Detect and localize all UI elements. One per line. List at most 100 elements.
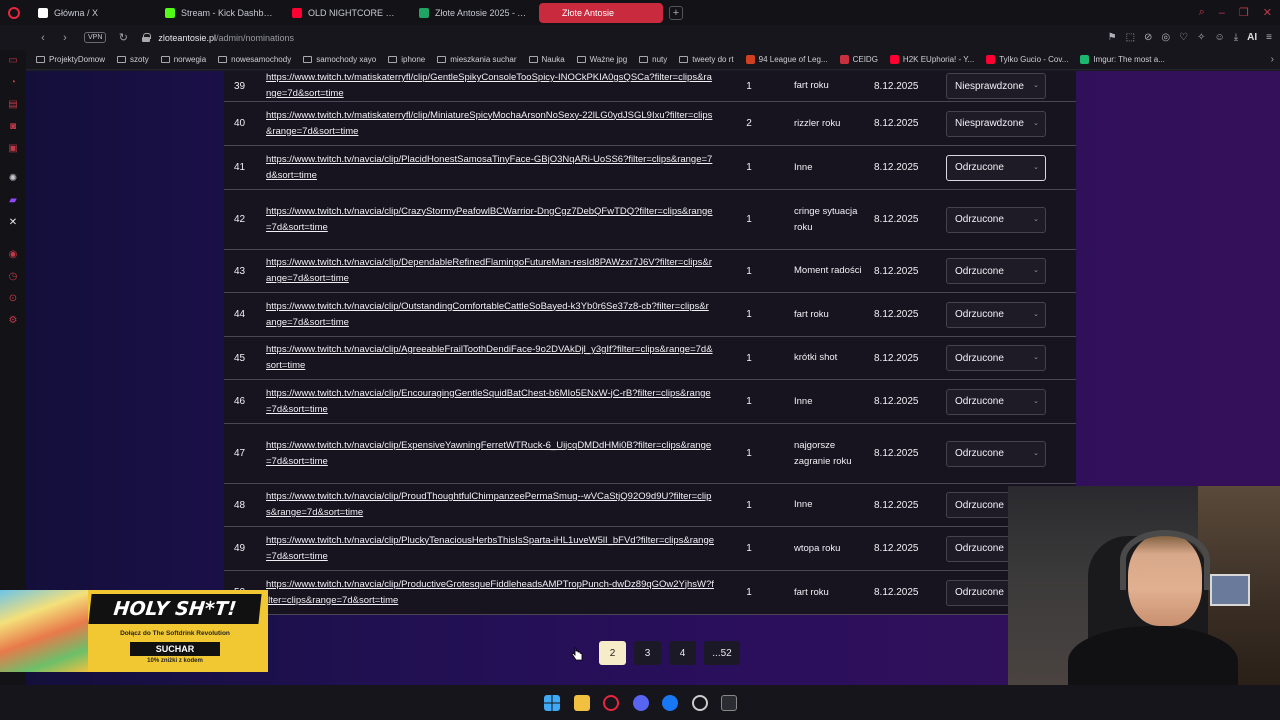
nomination-date: 8.12.2025 bbox=[874, 587, 919, 598]
bookmark-item[interactable]: tweety do rt bbox=[679, 55, 734, 64]
chevron-down-icon: ⌄ bbox=[1033, 163, 1039, 171]
settings-icon[interactable]: ⚙ bbox=[7, 314, 19, 326]
opera-taskbar-icon[interactable] bbox=[603, 695, 619, 711]
bookmark-item[interactable]: nuty bbox=[639, 55, 667, 64]
workspace-icon[interactable]: ⊙ bbox=[7, 292, 19, 304]
browser-tab[interactable]: Złote Antosie bbox=[539, 2, 663, 23]
bookmarks-more-icon[interactable]: › bbox=[1271, 54, 1274, 65]
extensions-icon[interactable]: ✧ bbox=[1197, 32, 1205, 43]
status-select[interactable]: Odrzucone ⌄ bbox=[946, 154, 1046, 181]
vpn-badge[interactable]: VPN bbox=[84, 32, 107, 43]
status-select[interactable]: Odrzucone ⌄ bbox=[946, 345, 1046, 371]
clip-link[interactable]: https://www.twitch.tv/navcia/clip/Expens… bbox=[266, 438, 714, 470]
screenshot-icon[interactable]: ⬚ bbox=[1126, 32, 1135, 43]
messenger-icon[interactable]: ▭ bbox=[7, 54, 19, 66]
chevron-down-icon: ⌄ bbox=[1033, 449, 1039, 457]
status-value: Odrzucone bbox=[955, 162, 1004, 173]
bookmark-item[interactable]: Imgur: The most a... bbox=[1080, 55, 1165, 64]
youtube-icon bbox=[292, 7, 302, 18]
download-icon[interactable]: ⤓ bbox=[1234, 32, 1238, 43]
tabs: Główna / X Stream - Kick Dashboard OLD NIG… bbox=[28, 2, 663, 23]
clip-link[interactable]: https://www.twitch.tv/matiskaterryfl/cli… bbox=[266, 71, 714, 102]
snapshot-icon[interactable]: ◎ bbox=[1161, 32, 1170, 43]
clock-icon[interactable]: ◷ bbox=[7, 270, 19, 282]
search-tabs-icon[interactable]: ⌕ bbox=[1199, 6, 1205, 19]
bookmark-item[interactable]: norwegia bbox=[160, 55, 206, 64]
clip-link[interactable]: https://www.twitch.tv/matiskaterryfl/cli… bbox=[266, 108, 714, 140]
vote-count: 1 bbox=[746, 162, 752, 173]
bookmark-item[interactable]: Ważne jpg bbox=[576, 55, 627, 64]
url-field[interactable]: zloteantosie.pl/admin/nominations bbox=[158, 33, 294, 43]
clip-link[interactable]: https://www.twitch.tv/navcia/clip/Agreea… bbox=[266, 342, 714, 374]
adblock-icon[interactable]: ⊘ bbox=[1144, 32, 1152, 43]
back-button[interactable]: ‹ bbox=[34, 32, 52, 44]
clip-link[interactable]: https://www.twitch.tv/navcia/clip/CrazyS… bbox=[266, 204, 714, 236]
browser-tab[interactable]: OLD NIGHTCORE MIX *20 bbox=[285, 3, 409, 23]
clip-link[interactable]: https://www.twitch.tv/navcia/clip/Encour… bbox=[266, 386, 714, 418]
instagram-icon[interactable]: ◙ bbox=[7, 120, 19, 132]
menu-icon[interactable]: ≡ bbox=[1266, 32, 1272, 43]
status-select[interactable]: Odrzucone ⌄ bbox=[946, 206, 1046, 233]
bookmark-item[interactable]: Tylko Gucio - Cov... bbox=[986, 55, 1068, 64]
page-button-3[interactable]: 3 bbox=[634, 641, 661, 665]
bookmark-item[interactable]: H2K EUphoria! - Y... bbox=[889, 55, 974, 64]
close-window-button[interactable]: ✕ bbox=[1263, 6, 1272, 19]
twitch-icon[interactable]: ▰ bbox=[7, 194, 19, 206]
clip-link[interactable]: https://www.twitch.tv/navcia/clip/Depend… bbox=[266, 255, 714, 287]
status-select[interactable]: Niesprawdzone ⌄ bbox=[946, 110, 1046, 137]
messenger-taskbar-icon[interactable] bbox=[662, 695, 678, 711]
clip-link[interactable]: https://www.twitch.tv/navcia/clip/Placid… bbox=[266, 152, 714, 184]
nomination-date: 8.12.2025 bbox=[874, 396, 919, 407]
ai-button[interactable]: AI bbox=[1247, 32, 1257, 43]
lock-icon[interactable] bbox=[142, 33, 152, 42]
speed-dial-icon[interactable]: ◔ bbox=[7, 76, 19, 88]
minimize-button[interactable]: – bbox=[1219, 7, 1225, 19]
browser-tab[interactable]: Złote Antosie 2025 - Arku bbox=[412, 3, 536, 23]
page-button-4[interactable]: 4 bbox=[669, 641, 696, 665]
bookmark-item[interactable]: CEIDG bbox=[839, 55, 878, 64]
clip-link[interactable]: https://www.twitch.tv/navcia/clip/Produc… bbox=[266, 577, 714, 609]
bookmark-icon[interactable]: ⚑ bbox=[1108, 32, 1117, 43]
status-select[interactable]: Odrzucone ⌄ bbox=[946, 440, 1046, 467]
status-select[interactable]: Odrzucone ⌄ bbox=[946, 258, 1046, 284]
browser-tab[interactable]: Główna / X bbox=[31, 3, 155, 23]
bookmark-item[interactable]: nowesamochody bbox=[218, 55, 291, 64]
new-tab-button[interactable]: + bbox=[669, 5, 683, 20]
status-select[interactable]: Odrzucone ⌄ bbox=[946, 301, 1046, 328]
discord-icon[interactable] bbox=[633, 695, 649, 711]
pinboard-icon[interactable]: ◉ bbox=[7, 248, 19, 260]
hand-cursor-icon bbox=[571, 647, 583, 661]
bookmark-item[interactable]: 94 League of Leg... bbox=[745, 55, 828, 64]
table-row: 45 https://www.twitch.tv/navcia/clip/Agre… bbox=[224, 337, 1076, 380]
clip-link[interactable]: https://www.twitch.tv/navcia/clip/ProudT… bbox=[266, 489, 714, 521]
clip-link[interactable]: https://www.twitch.tv/navcia/clip/Plucky… bbox=[266, 533, 714, 565]
reload-button[interactable]: ↻ bbox=[114, 31, 132, 44]
windows-start-icon[interactable] bbox=[544, 695, 560, 711]
x-twitter-icon[interactable]: ✕ bbox=[7, 216, 19, 228]
bookmark-item[interactable]: samochody xayo bbox=[303, 55, 376, 64]
status-select[interactable]: Niesprawdzone ⌄ bbox=[946, 73, 1046, 99]
maximize-button[interactable]: ❐ bbox=[1239, 6, 1249, 19]
bookmark-item[interactable]: Nauka bbox=[528, 55, 565, 64]
status-select[interactable]: Odrzucone ⌄ bbox=[946, 388, 1046, 415]
page-button-2[interactable]: 2 bbox=[599, 641, 626, 665]
bookmark-label: nowesamochody bbox=[231, 55, 292, 64]
bookmark-item[interactable]: ProjektyDomow bbox=[36, 55, 105, 64]
file-explorer-icon[interactable] bbox=[574, 695, 590, 711]
steam-icon[interactable] bbox=[692, 695, 708, 711]
browser-tab[interactable]: Stream - Kick Dashboard bbox=[158, 3, 282, 23]
chatgpt-icon[interactable]: ✺ bbox=[7, 172, 19, 184]
heart-icon[interactable]: ♡ bbox=[1179, 32, 1188, 43]
bookmark-item[interactable]: mieszkania suchar bbox=[437, 55, 517, 64]
music-icon[interactable]: ▣ bbox=[7, 142, 19, 154]
page-button-last[interactable]: ...52 bbox=[704, 641, 740, 665]
profile-icon[interactable]: ☺ bbox=[1215, 32, 1225, 43]
opera-logo-icon[interactable] bbox=[0, 0, 28, 25]
terminal-icon[interactable] bbox=[721, 695, 737, 711]
nomination-date: 8.12.2025 bbox=[874, 499, 919, 511]
clip-link[interactable]: https://www.twitch.tv/navcia/clip/Outsta… bbox=[266, 299, 714, 331]
forward-button[interactable]: › bbox=[56, 32, 74, 44]
bookmark-item[interactable]: iphone bbox=[388, 55, 425, 64]
history-icon[interactable]: ▤ bbox=[7, 98, 19, 110]
bookmark-item[interactable]: szoty bbox=[117, 55, 149, 64]
